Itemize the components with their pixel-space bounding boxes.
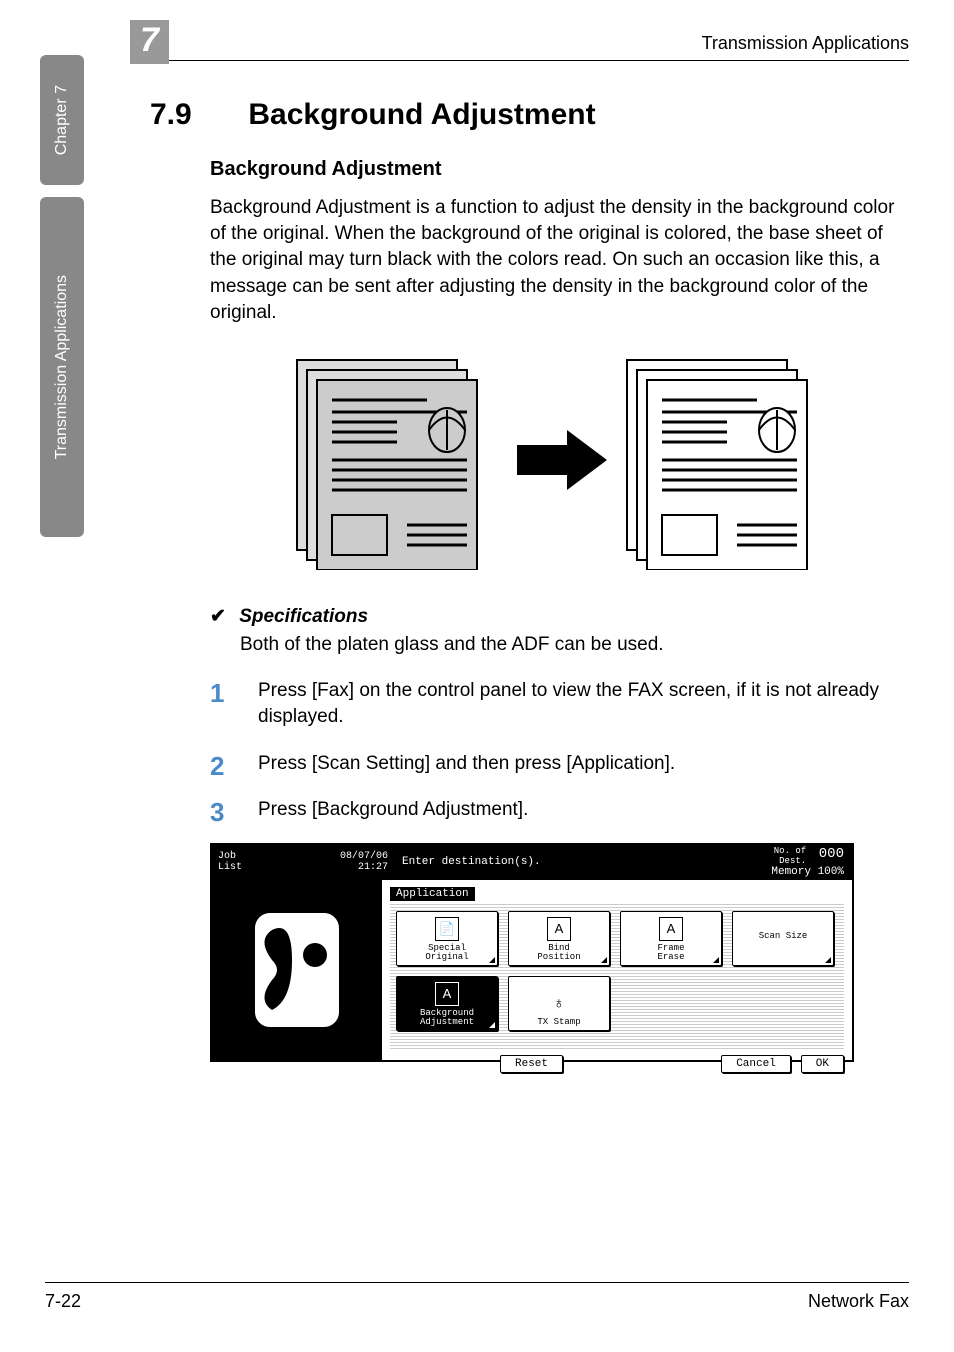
bind-position-button[interactable]: A Bind Position (508, 911, 610, 966)
step-2: 2 Press [Scan Setting] and then press [A… (210, 751, 904, 777)
document-icon: 📄 (435, 917, 459, 941)
scan-size-label: Scan Size (759, 932, 808, 941)
corner-icon (601, 957, 607, 963)
special-original-label: Special Original (425, 944, 468, 962)
stamp-icon: ♁ (548, 993, 570, 1015)
dest-cell: Enter destination(s). No. of Dest. 000 M… (394, 845, 852, 879)
illustration (210, 350, 904, 575)
steps-list: 1 Press [Fax] on the control panel to vi… (210, 678, 904, 823)
section-title: Background Adjustment (248, 98, 595, 131)
section-number: 7.9 (150, 98, 240, 132)
page-footer: 7-22 Network Fax (45, 1282, 909, 1312)
step-1: 1 Press [Fax] on the control panel to vi… (210, 678, 904, 730)
chapter-number-box: 7 (130, 20, 169, 64)
job-list-cell[interactable]: Job List 08/07/06 21:27 (212, 845, 394, 879)
bind-position-label: Bind Position (537, 944, 580, 962)
step-2-text: Press [Scan Setting] and then press [App… (258, 753, 675, 774)
check-icon: ✔ (210, 606, 226, 627)
background-adjustment-button[interactable]: A Background Adjustment (396, 976, 498, 1031)
page-number: 7-22 (45, 1291, 81, 1312)
chapter-tab: Chapter 7 (40, 55, 84, 185)
step-2-number: 2 (210, 749, 224, 785)
enter-dest-label: Enter destination(s). (402, 856, 541, 868)
special-original-button[interactable]: 📄 Special Original (396, 911, 498, 966)
frame-erase-button[interactable]: A Frame Erase (620, 911, 722, 966)
tx-stamp-label: TX Stamp (537, 1018, 580, 1027)
spec-text: Both of the platen glass and the ADF can… (240, 634, 904, 656)
corner-icon (489, 957, 495, 963)
reset-button[interactable]: Reset (500, 1055, 563, 1073)
section-tab: Transmission Applications (40, 197, 84, 537)
spec-label: Specifications (239, 606, 368, 627)
step-1-number: 1 (210, 676, 224, 712)
frame-erase-label: Frame Erase (657, 944, 684, 962)
application-label: Application (390, 887, 475, 901)
background-adjustment-label: Background Adjustment (420, 1009, 474, 1027)
dest-count-label: No. of Dest. (774, 846, 806, 866)
tx-stamp-button[interactable]: ♁ TX Stamp (508, 976, 610, 1031)
job-list-label: Job List (218, 851, 242, 873)
button-area: 📄 Special Original A Bind Position (390, 903, 844, 1049)
header-right-text: Transmission Applications (702, 33, 909, 54)
side-tab: Chapter 7 Transmission Applications (40, 55, 84, 615)
footer-title: Network Fax (808, 1291, 909, 1312)
letter-a-icon: A (435, 982, 459, 1006)
letter-a-icon: A (547, 917, 571, 941)
datetime-label: 08/07/06 21:27 (340, 851, 388, 873)
ok-button[interactable]: OK (801, 1055, 844, 1073)
step-3: 3 Press [Background Adjustment]. (210, 797, 904, 823)
corner-icon (489, 1022, 495, 1028)
spec-label-row: ✔ Specifications (210, 605, 904, 628)
section-heading: 7.9 Background Adjustment (150, 98, 904, 132)
step-3-text: Press [Background Adjustment]. (258, 799, 528, 820)
section-tab-label: Transmission Applications (53, 261, 71, 473)
fax-panel: Job List 08/07/06 21:27 Enter destinatio… (210, 843, 854, 1062)
corner-icon (825, 957, 831, 963)
corner-icon (713, 957, 719, 963)
memory-label: Memory 100% (771, 866, 844, 878)
dest-count-value: 000 (819, 846, 844, 862)
step-1-text: Press [Fax] on the control panel to view… (258, 680, 879, 727)
subheading: Background Adjustment (210, 158, 904, 181)
phone-icon (237, 900, 357, 1040)
chapter-tab-label: Chapter 7 (53, 71, 71, 169)
page-header: 7 Transmission Applications (130, 20, 909, 61)
scan-size-button[interactable]: Scan Size (732, 911, 834, 966)
step-3-number: 3 (210, 795, 224, 831)
letter-a-icon: A (659, 917, 683, 941)
cancel-button[interactable]: Cancel (721, 1055, 791, 1073)
panel-left-icon-area (212, 880, 382, 1060)
body-paragraph: Background Adjustment is a function to a… (210, 195, 904, 326)
